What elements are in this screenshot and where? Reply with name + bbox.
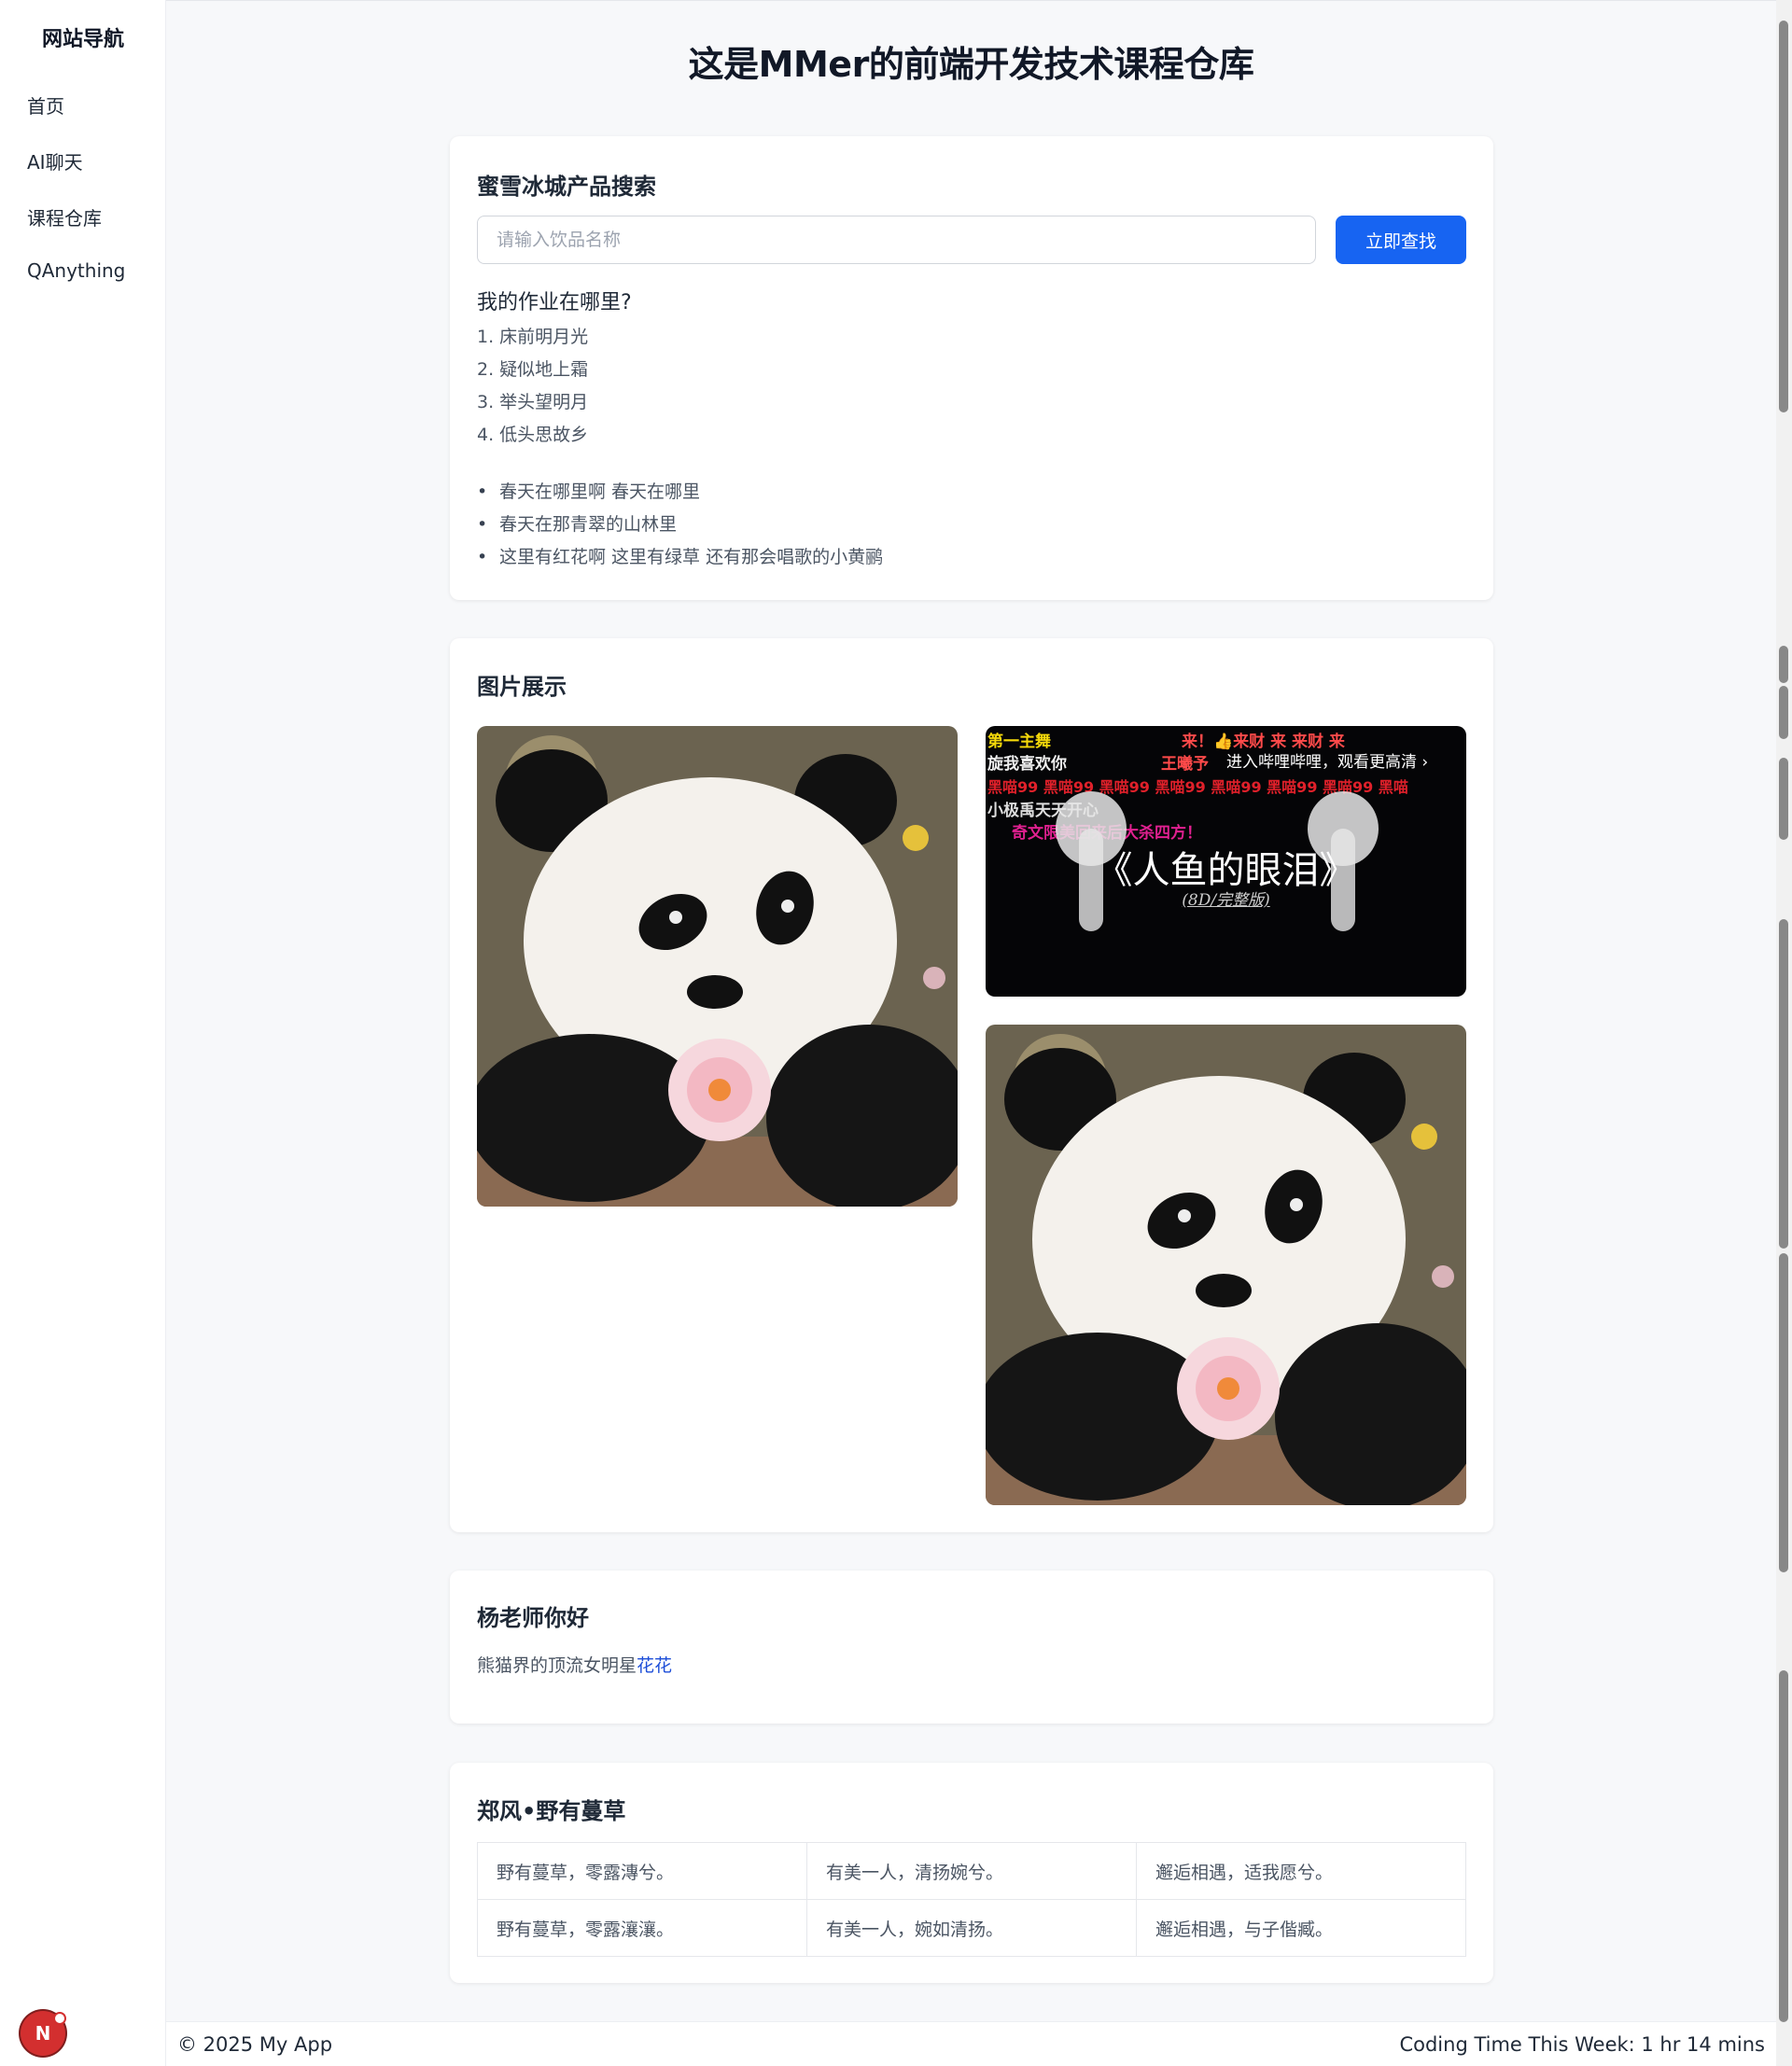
copyright-text: © 2025 My App	[177, 2033, 333, 2056]
scrollbar-segment	[1779, 758, 1788, 840]
gallery-card: 图片展示 第一主舞 来！👍来财 来 来财 来 旋我喜欢你 王曦予 进入哔哩哔哩，…	[450, 638, 1493, 1532]
list-item: 3. 举头望明月	[477, 392, 589, 412]
list-item: 1. 床前明月光	[477, 327, 589, 347]
panda-image	[986, 1025, 1466, 1505]
table-cell: 邂逅相遇，适我愿兮。	[1136, 1842, 1466, 1900]
ordered-list: 1. 床前明月光 2. 疑似地上霜 3. 举头望明月 4. 低头思故乡	[477, 321, 588, 452]
teacher-card: 杨老师你好 熊猫界的顶流女明星花花	[450, 1570, 1493, 1724]
panda-illustration	[986, 1025, 1466, 1505]
scrollbar-segment	[1779, 1253, 1788, 1572]
scrollbar-thumb[interactable]	[1779, 21, 1788, 412]
scrollbar-segment	[1779, 919, 1788, 1249]
panda-image	[477, 726, 958, 1207]
list-item: 这里有红花啊 这里有绿草 还有那会唱歌的小黄鹂	[477, 541, 883, 574]
sidebar-item-ai-chat[interactable]: AI聊天	[27, 147, 83, 174]
poem-card-title: 郑风•野有蔓草	[477, 1798, 626, 1824]
list-item: 4. 低头思故乡	[477, 425, 589, 445]
list-item: 2. 疑似地上霜	[477, 359, 589, 380]
sidebar-item-qanything[interactable]: QAnything	[27, 259, 125, 282]
sidebar-item-home[interactable]: 首页	[27, 91, 64, 119]
video-song-subtitle: (8D/完整版)	[1182, 891, 1270, 910]
table-cell: 有美一人，婉如清扬。	[806, 1899, 1137, 1957]
page-title: 这是MMer的前端开发技术课程仓库	[688, 44, 1254, 85]
poem-card: 郑风•野有蔓草 野有蔓草，零露漙兮。 有美一人，清扬婉兮。 邂逅相遇，适我愿兮。…	[450, 1763, 1493, 1983]
bullet-list: 春天在哪里啊 春天在哪里 春天在那青翠的山林里 这里有红花啊 这里有绿草 还有那…	[477, 476, 883, 574]
gallery-card-title: 图片展示	[477, 674, 567, 700]
table-cell: 邂逅相遇，与子偕臧。	[1136, 1899, 1466, 1957]
search-card: 蜜雪冰城产品搜索 立即查找 我的作业在哪里? 1. 床前明月光 2. 疑似地上霜…	[450, 136, 1493, 600]
sidebar-title: 网站导航	[41, 28, 124, 51]
scrollbar-segment	[1779, 646, 1788, 683]
top-border	[0, 0, 1792, 1]
table-row: 野有蔓草，零露漙兮。 有美一人，清扬婉兮。 邂逅相遇，适我愿兮。	[477, 1842, 1466, 1900]
teacher-card-text: 熊猫界的顶流女明星花花	[477, 1652, 672, 1677]
footer: © 2025 My App Coding Time This Week: 1 h…	[166, 2021, 1776, 2066]
homework-heading: 我的作业在哪里?	[477, 291, 632, 314]
coding-time-text: Coding Time This Week: 1 hr 14 mins	[1399, 2033, 1765, 2056]
table-row: 野有蔓草，零露瀼瀼。 有美一人，婉如清扬。 邂逅相遇，与子偕臧。	[477, 1899, 1466, 1957]
video-thumbnail[interactable]: 第一主舞 来！👍来财 来 来财 来 旋我喜欢你 王曦予 进入哔哩哔哩，观看更高清…	[986, 726, 1466, 997]
panda-illustration	[477, 726, 958, 1207]
table-cell: 野有蔓草，零露瀼瀼。	[477, 1899, 807, 1957]
huahua-link[interactable]: 花花	[637, 1655, 672, 1676]
list-item: 春天在哪里啊 春天在哪里	[477, 476, 883, 509]
search-input[interactable]	[477, 216, 1316, 264]
teacher-text: 熊猫界的顶流女明星	[477, 1655, 637, 1676]
scrollbar-segment	[1779, 1670, 1788, 2022]
scrollbar-segment	[1779, 686, 1788, 739]
search-card-title: 蜜雪冰城产品搜索	[477, 174, 656, 200]
poem-table: 野有蔓草，零露漙兮。 有美一人，清扬婉兮。 邂逅相遇，适我愿兮。 野有蔓草，零露…	[477, 1842, 1466, 1957]
search-button[interactable]: 立即查找	[1336, 216, 1466, 264]
table-cell: 野有蔓草，零露漙兮。	[477, 1842, 807, 1900]
sidebar: 网站导航 首页 AI聊天 课程仓库 QAnything	[0, 0, 166, 2066]
dev-tools-indicator-icon	[53, 2012, 66, 2025]
sidebar-item-course-repo[interactable]: 课程仓库	[27, 203, 102, 230]
table-cell: 有美一人，清扬婉兮。	[806, 1842, 1137, 1900]
teacher-card-title: 杨老师你好	[477, 1605, 589, 1631]
list-item: 春天在那青翠的山林里	[477, 509, 883, 541]
